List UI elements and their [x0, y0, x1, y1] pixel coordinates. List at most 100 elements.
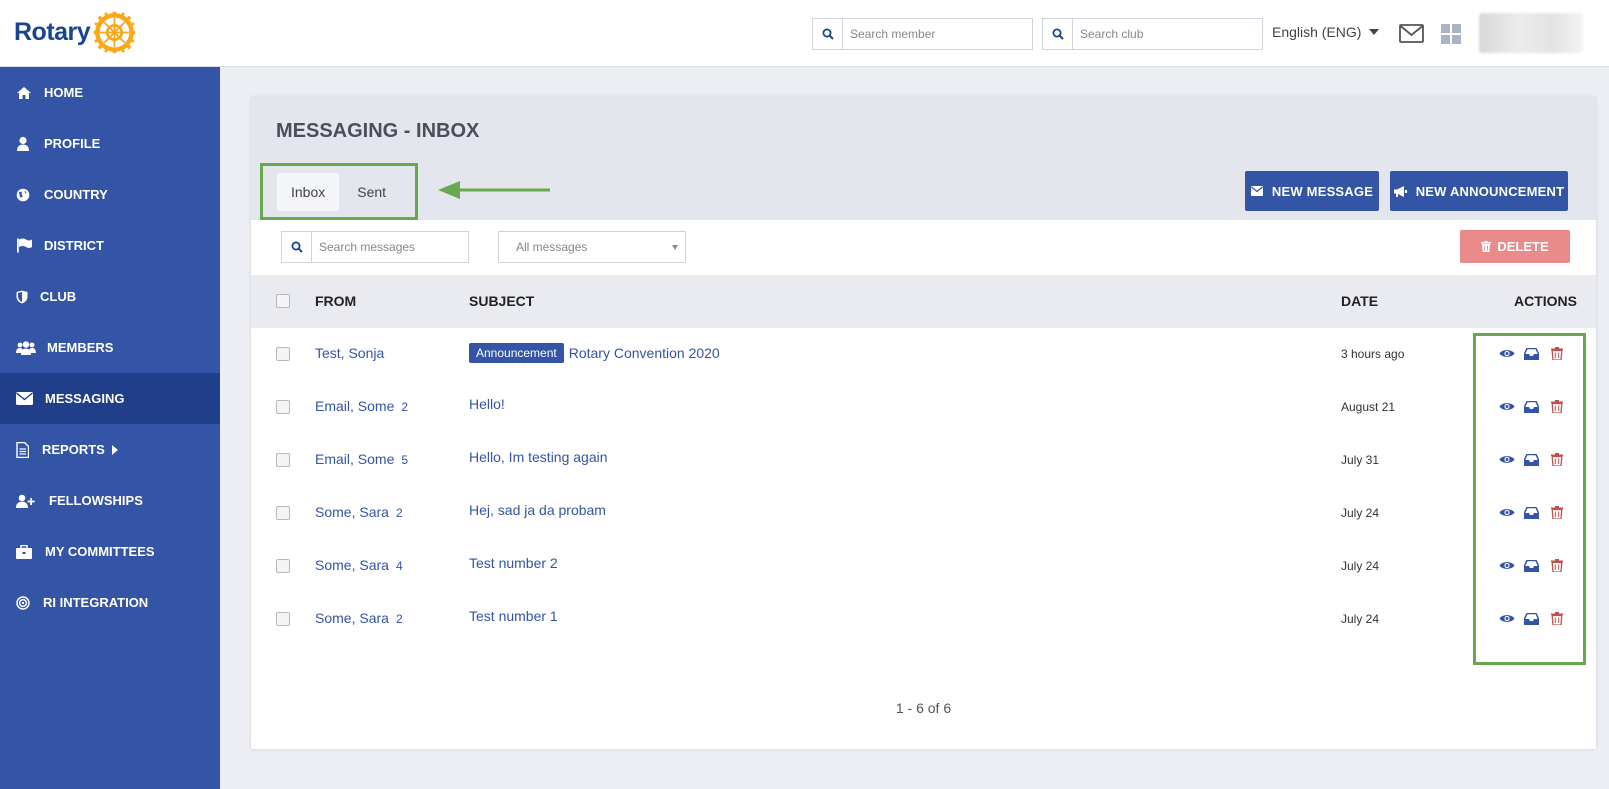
- search-member-input[interactable]: [843, 27, 1023, 41]
- search-club-box: [1042, 18, 1263, 50]
- shield-icon: [16, 289, 34, 305]
- announcement-badge: Announcement: [469, 343, 564, 363]
- inbox-icon[interactable]: [1523, 451, 1540, 468]
- new-message-button[interactable]: NEW MESSAGE: [1245, 171, 1379, 211]
- row-actions: [1498, 398, 1565, 415]
- sidebar-item-profile[interactable]: PROFILE: [0, 118, 220, 169]
- row-actions: [1498, 345, 1565, 362]
- message-from[interactable]: Some, Sara 4: [315, 557, 403, 573]
- search-icon[interactable]: [282, 232, 312, 262]
- eye-icon[interactable]: [1498, 610, 1515, 627]
- sidebar-item-fellowships[interactable]: FELLOWSHIPS: [0, 475, 220, 526]
- subject-text: Rotary Convention 2020: [568, 345, 720, 361]
- select-all-checkbox[interactable]: [276, 294, 290, 308]
- row-checkbox[interactable]: [276, 506, 290, 520]
- from-name: Test, Sonja: [315, 345, 385, 361]
- sidebar-item-messaging[interactable]: MESSAGING: [0, 373, 220, 424]
- sidebar-item-ri-integration[interactable]: RI INTEGRATION: [0, 577, 220, 628]
- eye-icon[interactable]: [1498, 398, 1515, 415]
- sidebar-item-country[interactable]: COUNTRY: [0, 169, 220, 220]
- new-announcement-button[interactable]: NEW ANNOUNCEMENT: [1390, 171, 1568, 211]
- user-icon: [16, 136, 38, 152]
- table-row[interactable]: Email, Some 5 Hello, Im testing again Jul…: [251, 434, 1596, 487]
- inbox-icon[interactable]: [1523, 504, 1540, 521]
- search-messages-input[interactable]: [312, 240, 462, 254]
- inbox-icon[interactable]: [1523, 610, 1540, 627]
- sidebar-item-label: REPORTS: [42, 442, 105, 457]
- apps-grid-icon[interactable]: [1441, 24, 1461, 44]
- search-icon[interactable]: [1043, 19, 1073, 49]
- row-checkbox[interactable]: [276, 400, 290, 414]
- message-from[interactable]: Some, Sara 2: [315, 610, 403, 626]
- tab-sent[interactable]: Sent: [343, 173, 400, 211]
- trash-icon[interactable]: [1548, 504, 1565, 521]
- from-name: Some, Sara: [315, 610, 389, 626]
- trash-icon[interactable]: [1548, 610, 1565, 627]
- eye-icon[interactable]: [1498, 345, 1515, 362]
- inbox-icon[interactable]: [1523, 345, 1540, 362]
- top-header: Rotary Search member Search club English…: [0, 0, 1609, 67]
- sidebar-item-label: MEMBERS: [47, 340, 114, 355]
- inbox-icon[interactable]: [1523, 398, 1540, 415]
- trash-icon[interactable]: [1548, 398, 1565, 415]
- message-from[interactable]: Some, Sara 2: [315, 504, 403, 520]
- delete-button[interactable]: DELETE: [1460, 230, 1570, 263]
- row-checkbox[interactable]: [276, 559, 290, 573]
- inbox-icon[interactable]: [1523, 557, 1540, 574]
- sidebar-item-members[interactable]: MEMBERS: [0, 322, 220, 373]
- tab-inbox[interactable]: Inbox: [277, 172, 340, 211]
- language-selector[interactable]: English (ENG): [1272, 24, 1380, 40]
- eye-icon[interactable]: [1498, 451, 1515, 468]
- row-checkbox[interactable]: [276, 612, 290, 626]
- eye-icon[interactable]: [1498, 504, 1515, 521]
- column-header-actions: ACTIONS: [1514, 293, 1577, 309]
- search-icon[interactable]: [813, 19, 843, 49]
- briefcase-icon: [16, 544, 39, 560]
- message-from[interactable]: Email, Some 2: [315, 398, 408, 414]
- message-subject[interactable]: Test number 1: [469, 608, 558, 624]
- row-checkbox[interactable]: [276, 347, 290, 361]
- sidebar-item-reports[interactable]: REPORTS: [0, 424, 220, 475]
- mail-icon[interactable]: [1399, 24, 1424, 43]
- sidebar-item-label: CLUB: [40, 289, 77, 304]
- message-from[interactable]: Email, Some 5: [315, 451, 408, 467]
- trash-icon[interactable]: [1548, 557, 1565, 574]
- sidebar-item-my-committees[interactable]: MY COMMITTEES: [0, 526, 220, 577]
- sidebar-item-label: MESSAGING: [45, 391, 125, 406]
- sidebar-item-district[interactable]: DISTRICT: [0, 220, 220, 271]
- thread-count: 5: [401, 453, 409, 467]
- table-row[interactable]: Test, Sonja Announcement Rotary Conventio…: [251, 328, 1596, 381]
- table-row[interactable]: Some, Sara 2 Test number 1 July 24: [251, 593, 1596, 646]
- delete-label: DELETE: [1497, 239, 1549, 254]
- trash-icon[interactable]: [1548, 345, 1565, 362]
- table-row[interactable]: Some, Sara 2 Hej, sad ja da probam July 2…: [251, 487, 1596, 540]
- trash-icon: [1481, 241, 1492, 252]
- table-row[interactable]: Email, Some 2 Hello! August 21: [251, 381, 1596, 434]
- message-subject[interactable]: Hello, Im testing again: [469, 449, 608, 465]
- search-club-input[interactable]: [1073, 27, 1253, 41]
- logo-text: Rotary: [14, 18, 91, 46]
- flag-icon: [16, 238, 38, 254]
- message-subject[interactable]: Hello!: [469, 396, 505, 412]
- message-filter-select[interactable]: All messages: [498, 231, 686, 263]
- row-checkbox[interactable]: [276, 453, 290, 467]
- column-header-subject: SUBJECT: [469, 293, 535, 309]
- search-member-box: [812, 18, 1033, 50]
- message-date: July 24: [1341, 506, 1380, 520]
- subject-text: Hej, sad ja da probam: [469, 502, 606, 518]
- megaphone-icon: [1393, 185, 1407, 197]
- table-row[interactable]: Some, Sara 4 Test number 2 July 24: [251, 540, 1596, 593]
- eye-icon[interactable]: [1498, 557, 1515, 574]
- sidebar-item-club[interactable]: CLUB: [0, 271, 220, 322]
- trash-icon[interactable]: [1548, 451, 1565, 468]
- message-subject[interactable]: Test number 2: [469, 555, 558, 571]
- sidebar: HOME PROFILE COUNTRY DISTRICT CLUB MEMBE…: [0, 67, 220, 789]
- message-from[interactable]: Test, Sonja: [315, 345, 391, 361]
- rotary-logo[interactable]: Rotary: [14, 10, 137, 55]
- caret-down-icon: [1369, 29, 1380, 35]
- message-subject[interactable]: Hej, sad ja da probam: [469, 502, 606, 518]
- sidebar-item-home[interactable]: HOME: [0, 67, 220, 118]
- from-name: Some, Sara: [315, 504, 389, 520]
- message-subject[interactable]: Announcement Rotary Convention 2020: [469, 343, 720, 363]
- user-avatar[interactable]: [1479, 13, 1583, 53]
